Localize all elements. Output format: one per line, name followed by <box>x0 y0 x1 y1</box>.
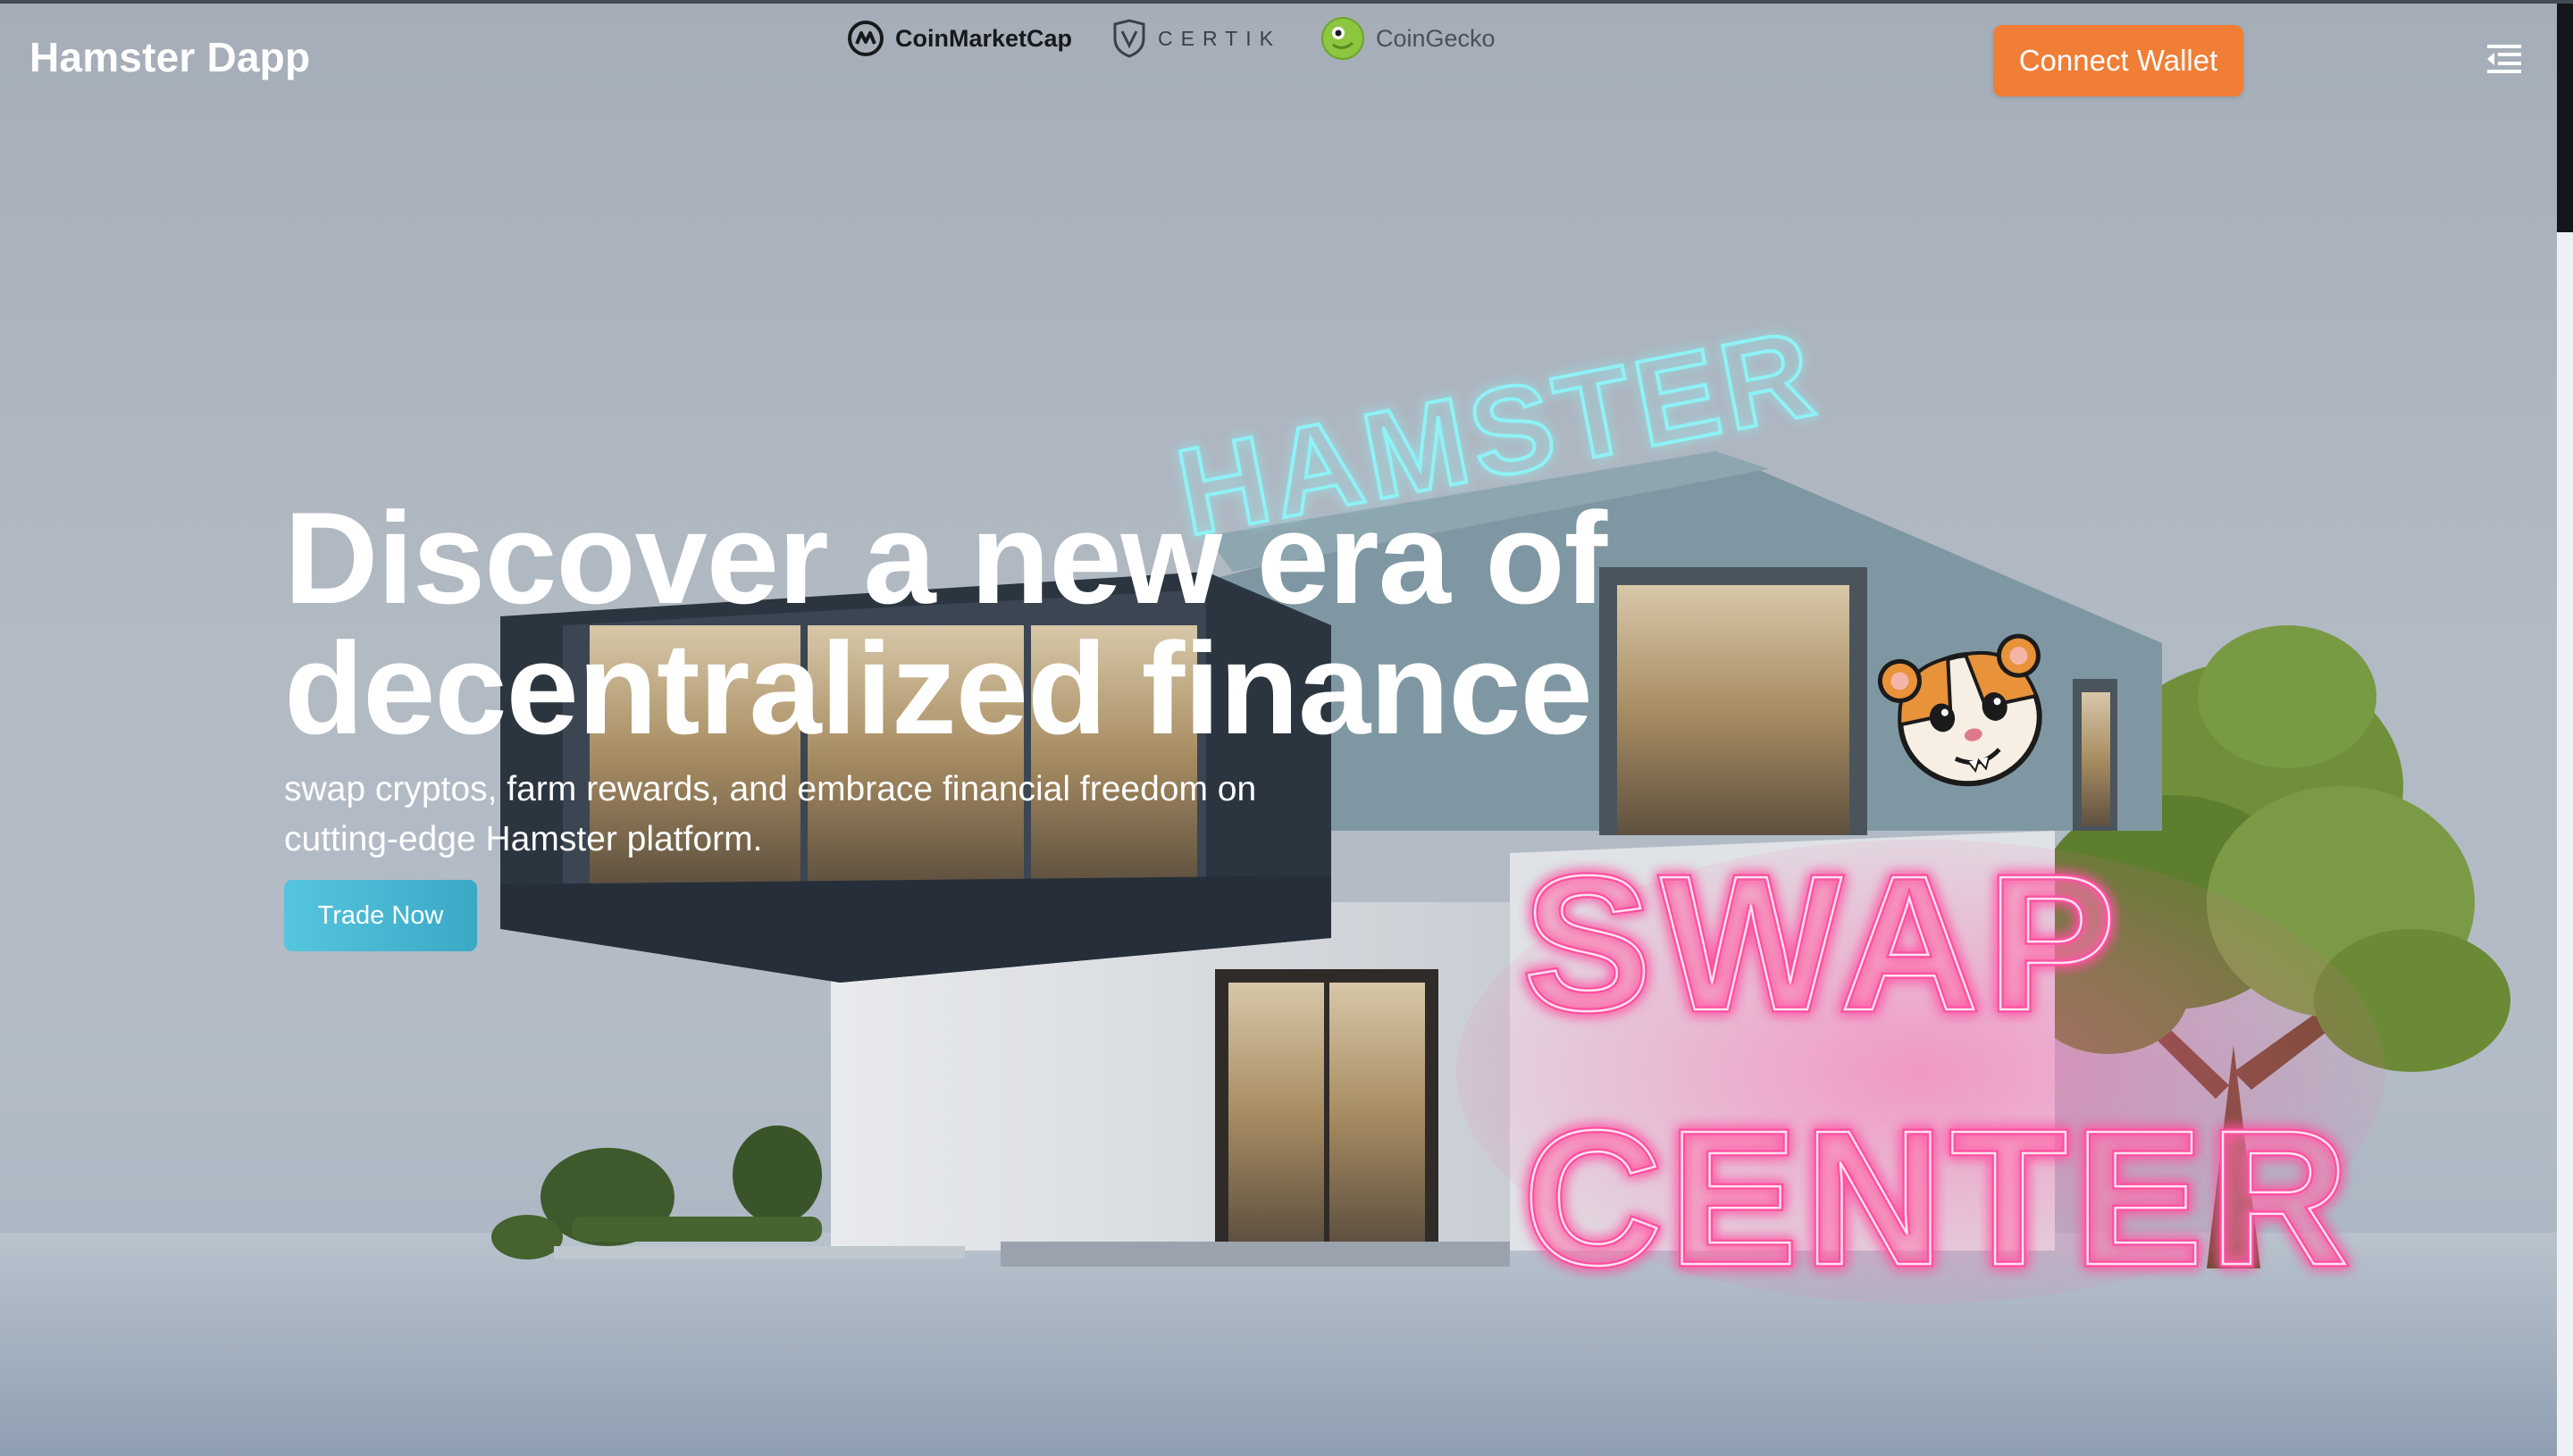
scrollbar-thumb[interactable] <box>2557 0 2573 232</box>
partner-label: CoinGecko <box>1375 24 1496 52</box>
partner-label: CERTIK <box>1158 26 1281 50</box>
hero-headline: Discover a new era of decentralized fina… <box>284 493 1714 754</box>
hero-headline-line-1: Discover a new era of <box>284 485 1607 631</box>
trade-now-button[interactable]: Trade Now <box>284 880 477 951</box>
brand-logo-text[interactable]: Hamster Dapp <box>29 33 310 81</box>
window-top-edge <box>0 0 2573 4</box>
hero-subtext: swap cryptos, farm rewards, and embrace … <box>284 770 1257 858</box>
neon-center-core: CENTER <box>1523 1090 2356 1305</box>
menu-toggle-button[interactable] <box>2484 41 2525 77</box>
hero-headline-line-2: decentralized finance <box>284 615 1593 761</box>
partner-coingecko[interactable]: CoinGecko <box>1320 16 1496 61</box>
partner-logos: CoinMarketCap CERTIK CoinGecko <box>847 16 1496 61</box>
neon-swap-core: SWAP <box>1523 835 2125 1050</box>
partner-coinmarketcap[interactable]: CoinMarketCap <box>847 20 1072 57</box>
coinmarketcap-logo-icon <box>848 21 884 56</box>
connect-wallet-button[interactable]: Connect Wallet <box>1993 25 2243 96</box>
coingecko-logo-icon <box>1320 17 1364 60</box>
hero-section: HAMSTER SWAP CENTER SWAP CENTER Hamster … <box>0 0 2557 1456</box>
page-scrollbar[interactable] <box>2557 0 2573 1456</box>
menu-toggle-icon <box>2487 45 2521 73</box>
partner-certik[interactable]: CERTIK <box>1111 19 1281 58</box>
partner-label: CoinMarketCap <box>895 24 1073 52</box>
certik-shield-icon <box>1113 19 1145 58</box>
